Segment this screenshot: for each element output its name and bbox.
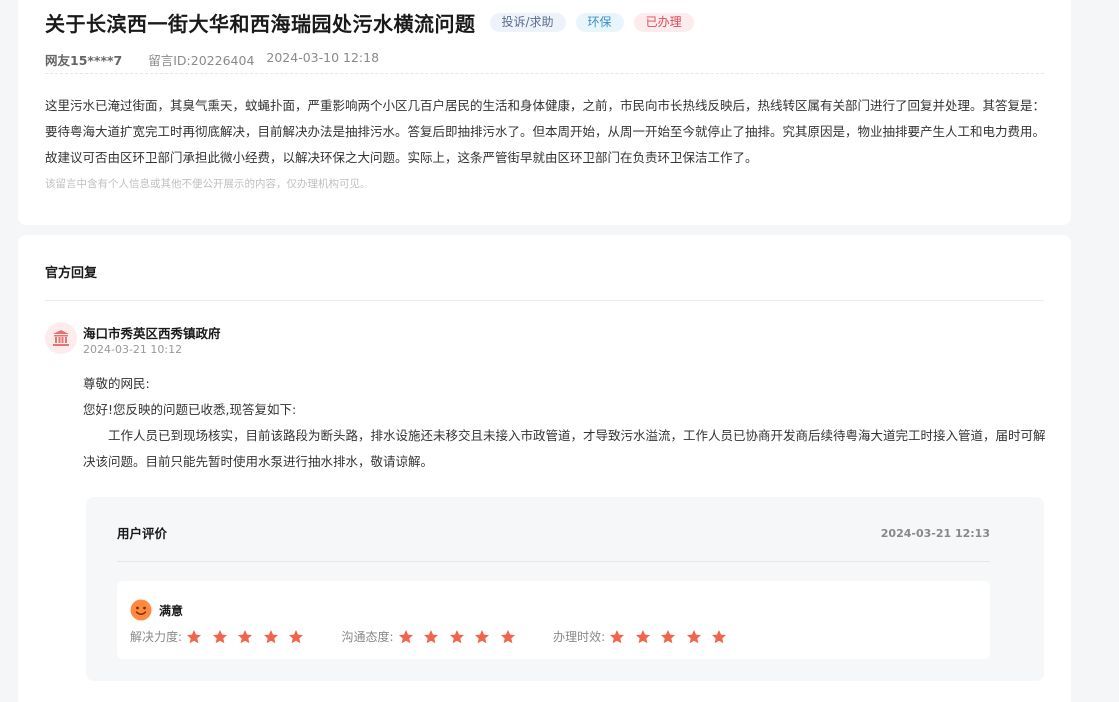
post-title-row: 关于长滨西一街大华和西海瑞园处污水横流问题 投诉/求助 环保 已办理 bbox=[45, 8, 694, 37]
reply-divider bbox=[45, 300, 1044, 301]
star-icon bbox=[238, 629, 253, 643]
mood-row: 满意 bbox=[130, 599, 183, 621]
reply-section-title: 官方回复 bbox=[45, 266, 98, 281]
star-icon bbox=[187, 629, 202, 643]
star-icon bbox=[712, 629, 727, 643]
post-card: 关于长滨西一街大华和西海瑞园处污水横流问题 投诉/求助 环保 已办理 网友15*… bbox=[18, 0, 1071, 225]
ratings-row: 解决力度: 沟通态度: 办理时效: bbox=[130, 628, 765, 645]
tag-category: 投诉/求助 bbox=[489, 13, 566, 32]
rating-label: 沟通态度: bbox=[341, 630, 394, 644]
rating-stars bbox=[609, 629, 737, 645]
star-icon bbox=[424, 629, 439, 643]
rating-stars bbox=[398, 629, 526, 645]
privacy-notice: 该留言中含有个人信息或其他不便公开展示的内容，仅办理机构可见。 bbox=[45, 178, 371, 190]
post-meta: 网友15****7 留言ID:20226404 2024-03-10 12:18 bbox=[45, 50, 379, 69]
star-icon bbox=[398, 629, 413, 643]
post-datetime: 2024-03-10 12:18 bbox=[266, 50, 380, 65]
star-icon bbox=[686, 629, 701, 643]
star-icon bbox=[500, 629, 515, 643]
rating-label: 办理时效: bbox=[553, 630, 606, 644]
star-icon bbox=[449, 629, 464, 643]
star-icon bbox=[635, 629, 650, 643]
evaluation-detail: 满意 解决力度: 沟通态度: 办理时效: bbox=[117, 581, 990, 659]
rating-stars bbox=[186, 629, 314, 645]
rating-group: 解决力度: bbox=[130, 628, 314, 645]
post-title: 关于长滨西一街大华和西海瑞园处污水横流问题 bbox=[45, 12, 476, 36]
evaluation-divider bbox=[117, 561, 990, 562]
evaluation-title: 用户评价 bbox=[117, 526, 168, 541]
post-content: 这里污水已淹过街面，其臭气熏天，蚊蝇扑面，严重影响两个小区几百户居民的生活和身体… bbox=[45, 98, 1046, 165]
rating-label: 解决力度: bbox=[130, 630, 183, 644]
reply-body: 尊敬的网民: 您好!您反映的问题已收悉,现答复如下: 工作人员已到现场核实，目前… bbox=[83, 371, 1047, 475]
reply-text: 工作人员已到现场核实，目前该路段为断头路，排水设施还未移交且未接入市政管道，才导… bbox=[83, 428, 1046, 469]
star-icon bbox=[263, 629, 278, 643]
star-icon bbox=[610, 629, 625, 643]
mood-label: 满意 bbox=[159, 603, 184, 618]
post-message-id: 留言ID:20226404 bbox=[148, 53, 255, 68]
org-reply-time: 2024-03-21 10:12 bbox=[83, 343, 183, 356]
star-icon bbox=[289, 629, 304, 643]
rating-group: 沟通态度: bbox=[342, 628, 526, 645]
post-user: 网友15****7 bbox=[45, 53, 123, 68]
evaluation-time: 2024-03-21 12:13 bbox=[880, 527, 990, 540]
post-divider bbox=[45, 73, 1044, 74]
star-icon bbox=[212, 629, 227, 643]
star-icon bbox=[661, 629, 676, 643]
star-icon bbox=[475, 629, 490, 643]
tag-status: 已办理 bbox=[633, 13, 694, 32]
reply-intro: 您好!您反映的问题已收悉,现答复如下: bbox=[83, 402, 297, 417]
reply-greeting: 尊敬的网民: bbox=[83, 376, 150, 391]
official-reply-card: 官方回复 海口市秀英区西秀镇政府 2024-03-21 10:12 尊敬的网民:… bbox=[18, 235, 1071, 702]
government-building-icon bbox=[45, 322, 77, 354]
user-evaluation: 用户评价 2024-03-21 12:13 满意 解决力度: 沟通态度: 办理时效: bbox=[86, 497, 1044, 681]
org-name: 海口市秀英区西秀镇政府 bbox=[83, 326, 221, 341]
tag-topic: 环保 bbox=[575, 13, 624, 32]
rating-group: 办理时效: bbox=[553, 628, 737, 645]
smiley-face-icon bbox=[130, 599, 152, 621]
